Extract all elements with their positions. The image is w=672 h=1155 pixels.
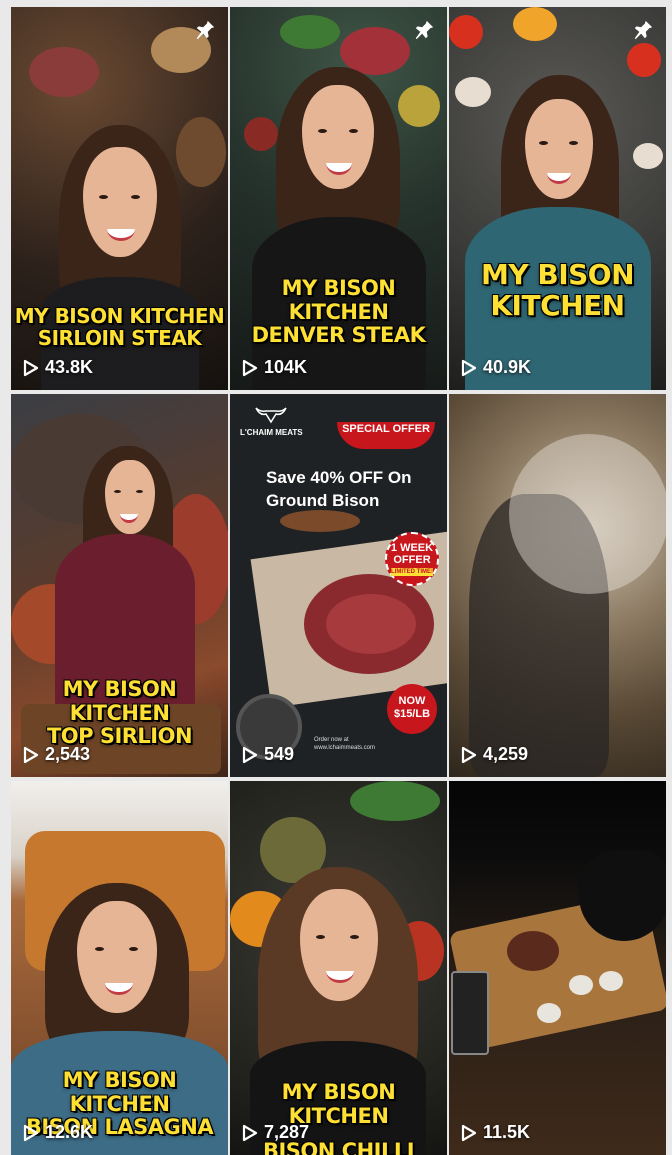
view-count: 7,287 (242, 1122, 309, 1143)
food-oil-bowl (398, 85, 440, 127)
video-tile-bison-chilli[interactable]: MY BISON KITCHEN BISON CHILLI 7,287 (230, 781, 447, 1155)
play-icon (242, 746, 258, 764)
price-line: NOW (398, 695, 426, 707)
caption-line: MY BISON (480, 258, 635, 291)
pin-icon (632, 19, 654, 46)
order-line: Order now at (314, 737, 349, 743)
play-icon (23, 1124, 39, 1142)
video-tile-bison-lasagna[interactable]: MY BISON KITCHEN BISON LASAGNA 12.6K (11, 781, 228, 1155)
pin-icon (194, 19, 216, 46)
food-steak (507, 931, 559, 971)
view-count: 40.9K (461, 357, 531, 378)
food-spice-bowl (244, 117, 278, 151)
order-line: www.lchaimmeats.com (314, 745, 376, 751)
video-tile-steak-board[interactable]: 11.5K (449, 781, 666, 1155)
food-plate (176, 117, 226, 187)
order-info: Order now at www.lchaimmeats.com (314, 736, 375, 752)
bull-head-icon (255, 407, 287, 424)
caption-line: SIRLOIN STEAK (37, 326, 202, 351)
caption-line: KITCHEN (490, 289, 625, 323)
caption-line: MY BISON KITCHEN (281, 276, 396, 324)
video-caption: MY BISON KITCHEN SIRLOIN STEAK (11, 305, 228, 350)
seasoning-bowl (280, 510, 360, 532)
play-icon (461, 359, 477, 377)
brand-logo: L'CHAIM MEATS (240, 406, 303, 437)
video-tile-denver-steak[interactable]: MY BISON KITCHEN DENVER STEAK 104K (230, 7, 447, 390)
video-tile-sirloin-steak[interactable]: MY BISON KITCHEN SIRLOIN STEAK 43.8K (11, 7, 228, 390)
video-grid: MY BISON KITCHEN SIRLOIN STEAK 43.8K MY … (11, 7, 666, 1155)
caption-line: MY BISON KITCHEN (62, 677, 177, 725)
caption-line: MY BISON KITCHEN (281, 1080, 396, 1128)
badge-line: 1 WEEK (390, 542, 434, 554)
sauce-cup (569, 975, 593, 995)
food-plate (29, 47, 99, 97)
limited-offer-badge: 1 WEEK OFFER LIMITED TIME! (385, 532, 439, 586)
view-count: 12.6K (23, 1122, 93, 1143)
view-count: 549 (242, 744, 294, 765)
badge-line: OFFER (393, 554, 431, 566)
ad-headline: Save 40% OFF On Ground Bison (266, 468, 412, 510)
play-icon (242, 1124, 258, 1142)
view-count-text: 7,287 (264, 1122, 310, 1142)
smoke (509, 434, 666, 594)
view-count-text: 2,543 (45, 744, 91, 764)
food-vegetables (350, 781, 440, 821)
food-mushroom (455, 77, 491, 107)
special-offer-ribbon: SPECIAL OFFER (337, 422, 435, 449)
view-count: 4,259 (461, 744, 528, 765)
video-tile-grill-smoke[interactable]: 4,259 (449, 394, 666, 777)
view-count-text: 104K (264, 357, 308, 377)
view-count-text: 549 (264, 744, 295, 764)
play-icon (23, 746, 39, 764)
gloved-hand (579, 851, 666, 941)
video-caption: MY BISON KITCHEN (449, 259, 666, 322)
view-count-text: 4,259 (483, 744, 529, 764)
video-caption: MY BISON KITCHEN TOP SIRLION (11, 677, 228, 749)
food-mushroom (633, 143, 663, 169)
video-tile-my-bison-kitchen[interactable]: MY BISON KITCHEN 40.9K (449, 7, 666, 390)
price-badge: NOW $15/LB (387, 684, 437, 734)
view-count: 2,543 (23, 744, 90, 765)
badge-small: LIMITED TIME! (391, 568, 433, 576)
view-count-text: 12.6K (45, 1122, 94, 1142)
view-count-text: 40.9K (483, 357, 532, 377)
play-icon (23, 359, 39, 377)
sauce-cup (537, 1003, 561, 1023)
caption-line: DENVER STEAK (251, 323, 426, 348)
view-count: 11.5K (461, 1122, 530, 1143)
play-icon (242, 359, 258, 377)
phone-in-hand (451, 971, 489, 1055)
food-tomato (627, 43, 661, 77)
pin-icon (413, 19, 435, 46)
caption-line: MY BISON KITCHEN (14, 304, 225, 328)
play-icon (461, 1124, 477, 1142)
video-tile-ground-bison-offer[interactable]: L'CHAIM MEATS SPECIAL OFFER Save 40% OFF… (230, 394, 447, 777)
view-count-text: 11.5K (483, 1122, 531, 1142)
food-herbs (280, 15, 340, 49)
view-count: 43.8K (23, 357, 93, 378)
food-tomato (449, 15, 483, 49)
video-tile-top-sirlion[interactable]: MY BISON KITCHEN TOP SIRLION 2,543 (11, 394, 228, 777)
ground-bison-meat (326, 594, 416, 654)
brand-name: L'CHAIM MEATS (240, 428, 303, 437)
video-caption: MY BISON KITCHEN DENVER STEAK (230, 276, 447, 348)
sauce-cup (599, 971, 623, 991)
view-count-text: 43.8K (45, 357, 94, 377)
view-count: 104K (242, 357, 307, 378)
play-icon (461, 746, 477, 764)
price-line: $15/LB (393, 708, 431, 720)
caption-line: MY BISON KITCHEN (62, 1068, 177, 1116)
video-caption: MY BISON KITCHEN BISON CHILLI (230, 1080, 447, 1155)
food-lemon (513, 7, 557, 41)
